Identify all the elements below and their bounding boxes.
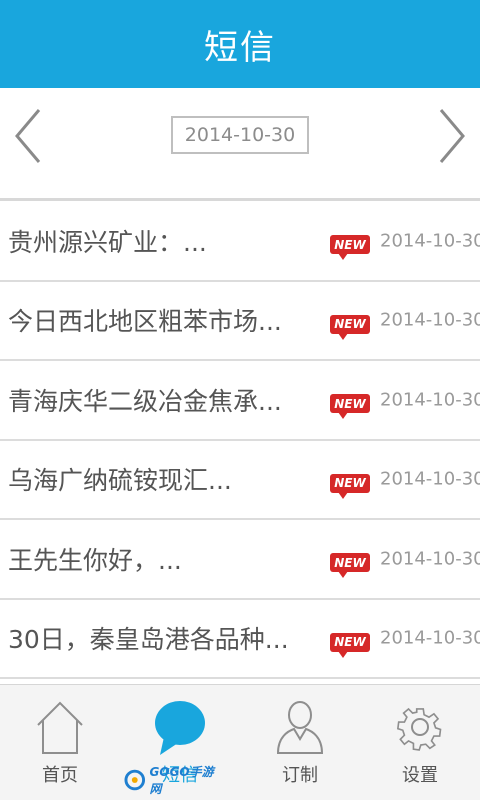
tab-label: 订制 [282, 765, 318, 786]
watermark-logo: GOGO手游网 [124, 765, 224, 796]
tab-label: 设置 [402, 765, 438, 786]
message-date: 2014-10-30 [380, 548, 480, 570]
date-navigator: 2014-10-30 [0, 88, 480, 200]
new-badge: NEW [330, 632, 370, 658]
tab-home[interactable]: 首页 [0, 685, 120, 800]
tab-subscribe[interactable]: 订制 [240, 685, 360, 800]
next-date-button[interactable] [432, 106, 472, 166]
app-header: 短信 [0, 0, 480, 88]
chat-bubble-icon [155, 701, 205, 755]
message-title: 乌海广纳硫铵现汇... [8, 466, 232, 496]
new-badge: NEW [330, 394, 370, 419]
new-badge: NEW [330, 553, 370, 578]
app-screen: 短信 2014-10-30 贵州源兴矿业：... NEW 2014-10-30 … [0, 0, 480, 800]
new-badge: NEW [330, 473, 370, 499]
message-date: 2014-10-30 [380, 627, 480, 649]
message-item[interactable]: 王先生你好，... NEW 2014-10-30 [0, 520, 480, 600]
logo-icon [124, 769, 146, 791]
page-title: 短信 [204, 27, 276, 68]
message-title: 今日西北地区粗苯市场... [8, 307, 282, 337]
watermark-text: GOGO手游网 [149, 765, 214, 796]
tab-settings[interactable]: 设置 [360, 685, 480, 800]
message-date: 2014-10-30 [380, 230, 480, 252]
divider [0, 198, 480, 201]
current-date[interactable]: 2014-10-30 [171, 116, 309, 154]
gear-icon [396, 707, 442, 751]
message-title: 30日，秦皇岛港各品种... [8, 625, 289, 655]
home-icon [37, 701, 83, 754]
message-item[interactable]: 青海庆华二级冶金焦承... NEW 2014-10-30 [0, 361, 480, 441]
person-icon [276, 701, 324, 754]
message-date: 2014-10-30 [380, 389, 480, 411]
new-badge: NEW [330, 314, 370, 340]
prev-date-button[interactable] [8, 106, 48, 166]
message-item[interactable]: 今日西北地区粗苯市场... NEW 2014-10-30 [0, 281, 480, 361]
message-item[interactable]: 乌海广纳硫铵现汇... NEW 2014-10-30 [0, 440, 480, 520]
message-date: 2014-10-30 [380, 309, 480, 331]
chevron-right-icon [439, 109, 465, 163]
tab-label: 首页 [42, 765, 78, 786]
message-item[interactable]: 贵州源兴矿业：... NEW 2014-10-30 [0, 202, 480, 282]
message-title: 贵州源兴矿业：... [8, 227, 207, 257]
message-date: 2014-10-30 [380, 468, 480, 490]
chevron-left-icon [15, 109, 41, 163]
message-title: 青海庆华二级冶金焦承... [8, 386, 282, 416]
message-item[interactable]: 30日，秦皇岛港各品种... NEW 2014-10-30 [0, 599, 480, 679]
bottom-tab-bar: 首页 短信 订制 设置 [0, 684, 480, 800]
new-badge: NEW [330, 235, 370, 260]
message-list: 贵州源兴矿业：... NEW 2014-10-30 今日西北地区粗苯市场... … [0, 202, 480, 679]
message-title: 王先生你好，... [8, 545, 182, 575]
